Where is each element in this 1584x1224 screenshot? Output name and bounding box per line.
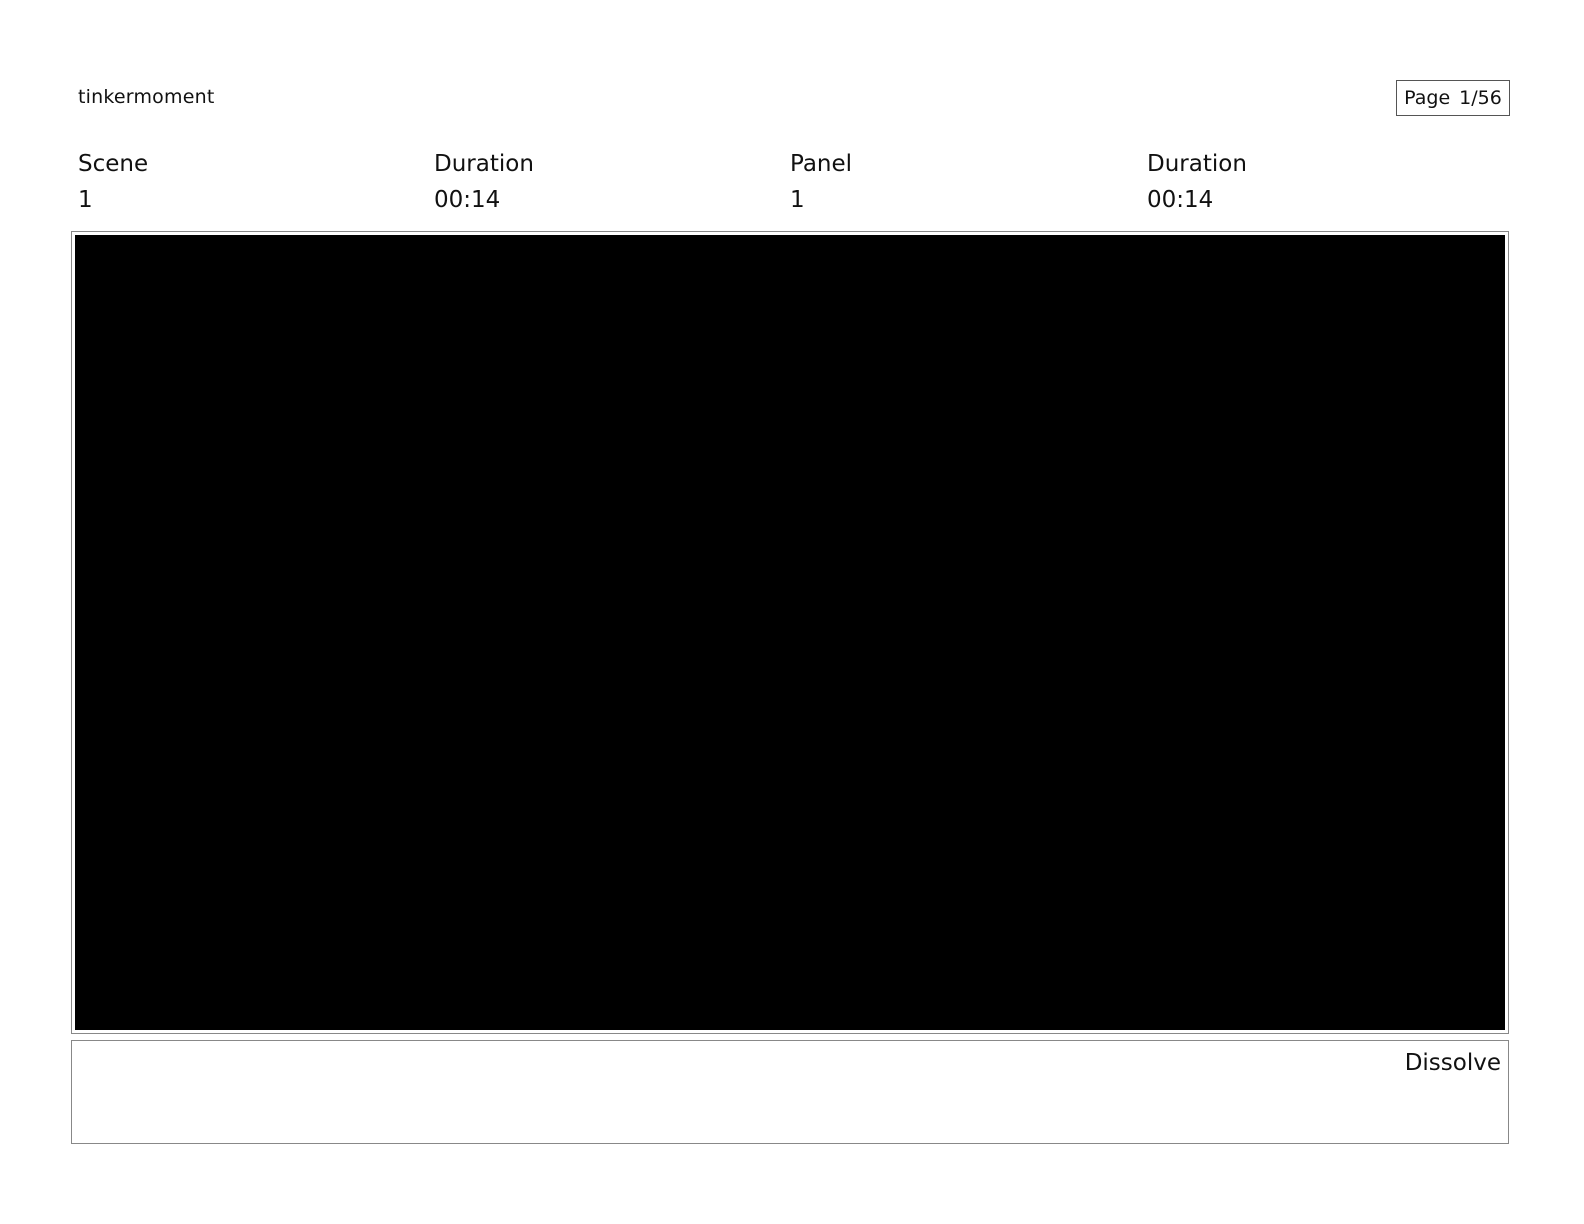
panel-duration-column: Duration 00:14 [1147,150,1247,214]
panel-label: Panel [790,151,853,177]
page-indicator: Page 1/56 [1396,80,1510,116]
panel-frame [71,231,1509,1034]
panel-duration-label: Duration [1147,151,1247,177]
scene-duration-label: Duration [434,151,534,177]
scene-column: Scene 1 [78,150,148,214]
scene-duration-value: 00:14 [434,187,501,213]
transition-label: Dissolve [1404,1050,1501,1076]
notes-box: Dissolve [71,1040,1509,1144]
page-number: 1/56 [1459,87,1502,109]
page-label: Page [1404,87,1451,109]
panel-value: 1 [790,187,805,213]
panel-duration-value: 00:14 [1147,187,1214,213]
scene-value: 1 [78,187,93,213]
project-name: tinkermoment [78,86,215,108]
panel-image [75,235,1505,1030]
scene-label: Scene [78,151,149,177]
panel-column: Panel 1 [790,150,852,214]
scene-duration-column: Duration 00:14 [434,150,534,214]
